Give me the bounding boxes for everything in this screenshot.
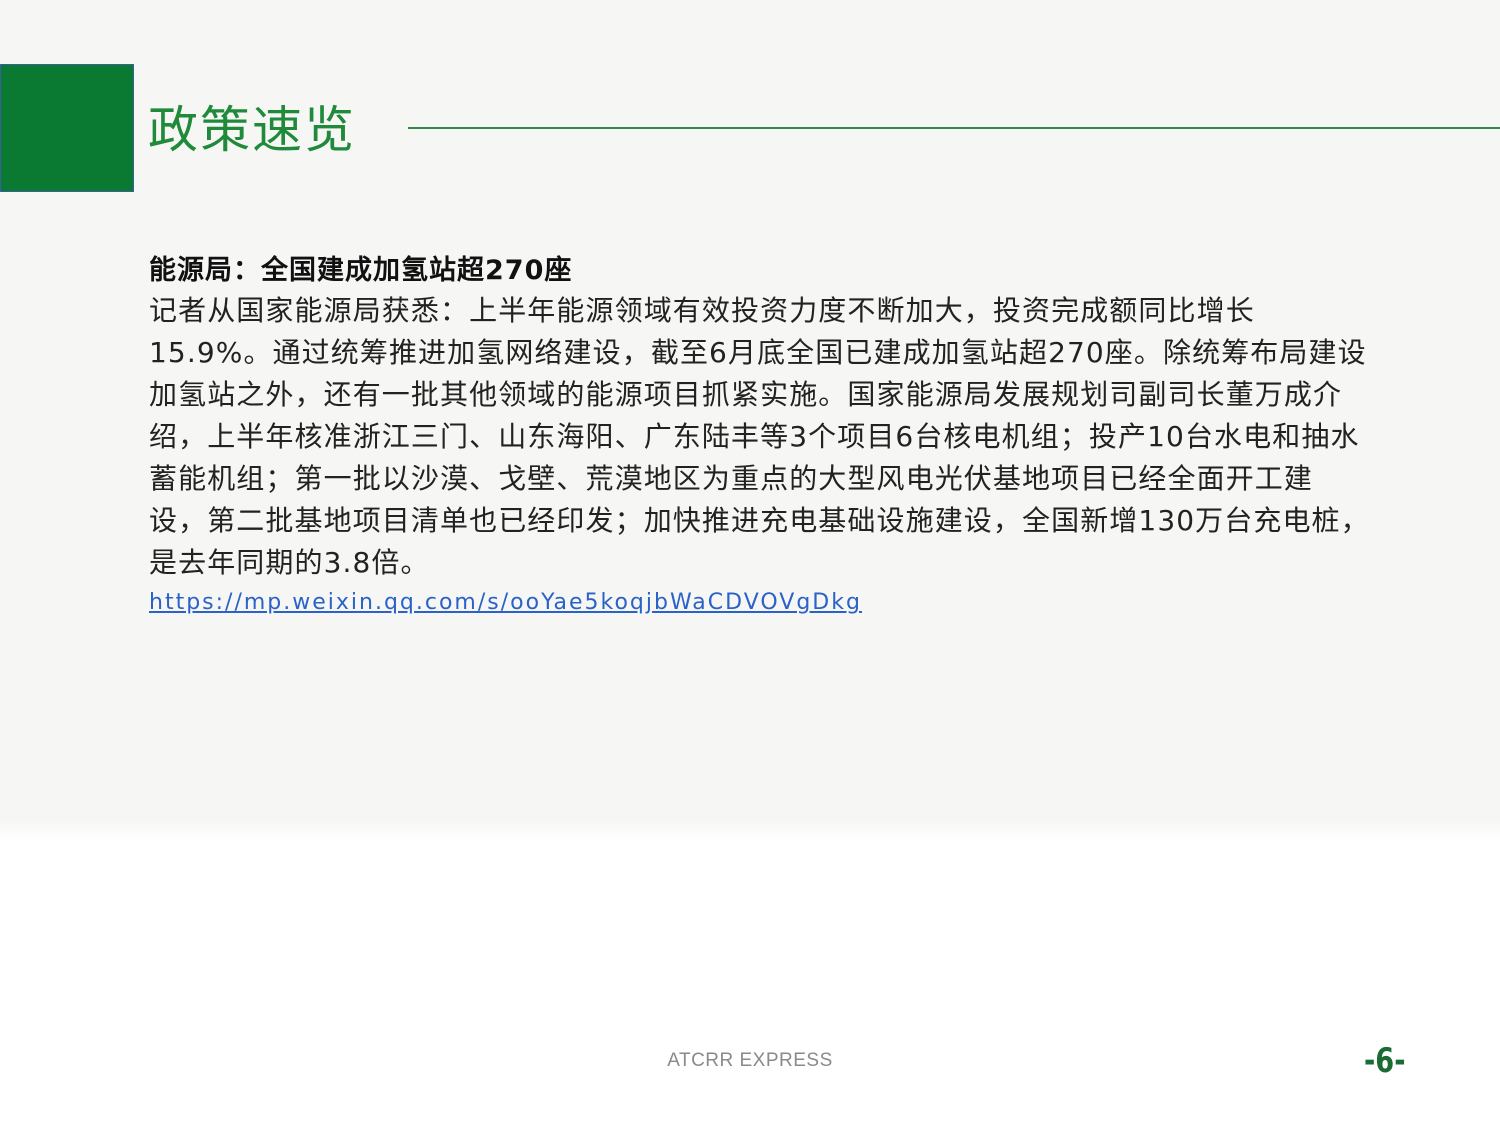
article-body: 记者从国家能源局获悉：上半年能源领域有效投资力度不断加大，投资完成额同比增长15… xyxy=(149,294,1370,579)
source-link[interactable]: https://mp.weixin.qq.com/s/ooYae5koqjbWa… xyxy=(149,588,862,618)
header-divider-line xyxy=(408,127,1500,129)
slide: 政策速览 能源局：全国建成加氢站超270座 记者从国家能源局获悉：上半年能源领域… xyxy=(0,0,1500,1125)
header-accent-block xyxy=(0,64,134,192)
article: 能源局：全国建成加氢站超270座 记者从国家能源局获悉：上半年能源领域有效投资力… xyxy=(149,252,1379,618)
page-number: -6- xyxy=(1364,1041,1406,1081)
footer-brand: ATCRR EXPRESS xyxy=(667,1050,833,1071)
section-title: 政策速览 xyxy=(148,101,356,159)
article-headline: 能源局：全国建成加氢站超270座 xyxy=(149,255,573,286)
